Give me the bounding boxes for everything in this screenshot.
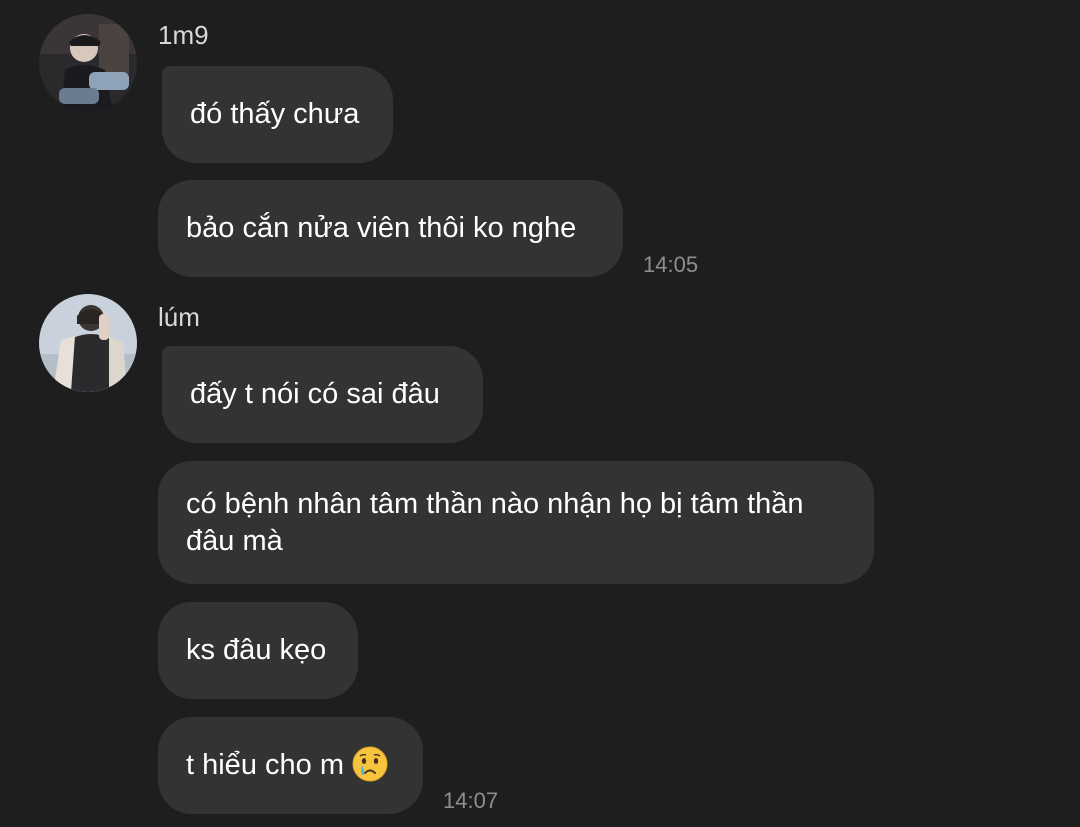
message-bubble[interactable]: đó thấy chưa [162, 66, 393, 163]
avatar-lum-image [39, 294, 137, 392]
avatar-lum[interactable] [39, 294, 137, 392]
message-text: ks đâu kẹo [186, 634, 327, 666]
sender-name: lúm [158, 302, 200, 332]
message-bubble[interactable]: bảo cắn nửa viên thôi ko nghe [158, 180, 623, 277]
message-bubble[interactable]: có bệnh nhân tâm thần nào nhận họ bị tâm… [158, 461, 874, 584]
sender-name: 1m9 [158, 20, 209, 50]
message-bubble[interactable]: t hiểu cho m [158, 717, 423, 814]
message-text: đó thấy chưa [190, 98, 360, 130]
message-timestamp: 14:05 [643, 252, 699, 277]
avatar-1m9-image [39, 14, 137, 112]
message-timestamp: 14:07 [443, 788, 499, 813]
message-bubble[interactable]: ks đâu kẹo [158, 602, 358, 699]
message-text: đấy t nói có sai đâu [190, 378, 440, 410]
avatar-1m9[interactable] [39, 14, 137, 112]
message-text: bảo cắn nửa viên thôi ko nghe [186, 212, 577, 244]
message-bubble[interactable]: đấy t nói có sai đâu [162, 346, 483, 443]
message-text: t hiểu cho m [186, 749, 344, 781]
crying-face-icon [352, 746, 388, 781]
message-text: có bệnh nhân tâm thần nào nhận họ bị tâm… [186, 487, 804, 557]
